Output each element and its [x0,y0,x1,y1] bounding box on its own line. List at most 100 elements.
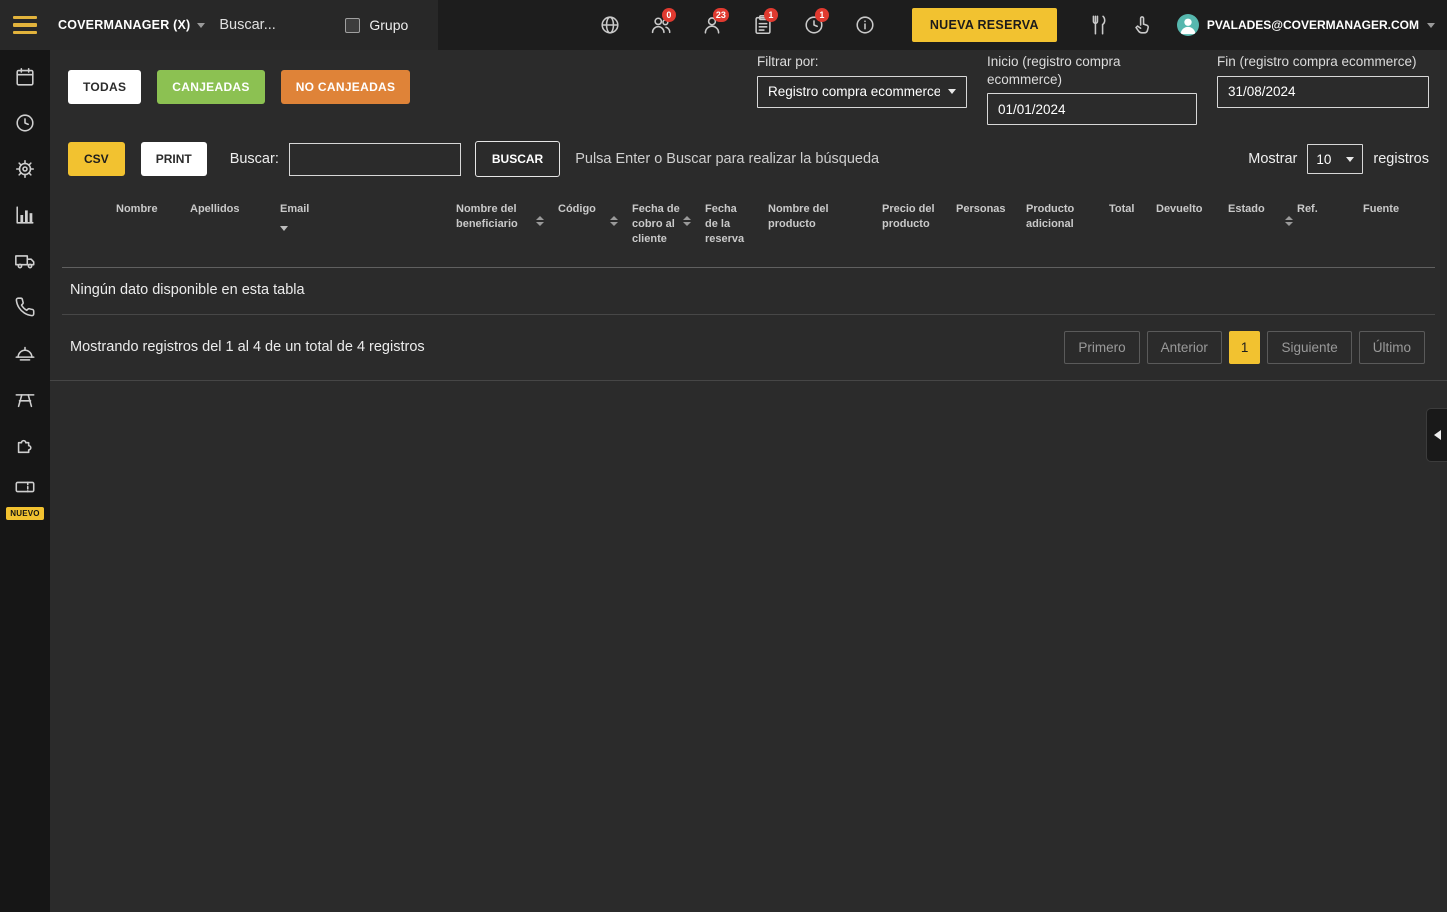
column-header-producto-adicional[interactable]: Producto adicional [1018,190,1101,268]
sidebar: NUEVO [0,50,50,912]
ticket-icon [15,481,35,493]
sort-icon[interactable] [610,216,618,226]
sort-icon[interactable] [536,216,544,226]
brand-selector[interactable]: COVERMANAGER (X) [58,18,206,32]
phone-icon [15,297,35,317]
start-date-label: Inicio (registro compra ecommerce) [987,54,1121,87]
start-date-input[interactable] [987,93,1197,125]
topbar: COVERMANAGER (X) Grupo 0 23 1 1 [0,0,1447,50]
sort-icon[interactable] [683,216,691,226]
column-header-precio-producto[interactable]: Precio del producto [874,190,948,268]
column-header-beneficiario[interactable]: Nombre del beneficiario [448,190,550,268]
topbar-left-section: COVERMANAGER (X) Grupo [50,0,438,50]
sidebar-item-service-bell[interactable] [0,330,50,376]
clock-icon[interactable]: 1 [803,8,829,36]
column-header-fecha-cobro[interactable]: Fecha de cobro al cliente [624,190,697,268]
table-footer: Mostrando registros del 1 al 4 de un tot… [50,315,1447,380]
table-search-input[interactable] [288,142,461,176]
show-label: Mostrar [1248,151,1298,167]
group-checkbox-label[interactable]: Grupo [345,17,408,33]
truck-icon [15,255,35,269]
brand-name: COVERMANAGER (X) [58,18,191,32]
filter-by-select[interactable]: Registro compra ecommerce [757,75,967,108]
user-icon[interactable]: 23 [701,8,729,36]
page-size-value: 10 [1316,151,1332,167]
page-size-select[interactable]: 10 [1307,144,1364,174]
sidebar-item-phone[interactable] [0,284,50,330]
section-divider [50,379,1447,381]
notification-badge: 1 [763,8,778,22]
sidebar-item-clock[interactable] [0,100,50,146]
sidebar-item-tickets[interactable] [0,468,50,506]
csv-export-button[interactable]: CSV [68,142,125,176]
sort-icon[interactable] [1285,216,1293,226]
menu-toggle-button[interactable] [0,0,50,50]
sidebar-item-delivery[interactable] [0,238,50,284]
column-header-nombre-producto[interactable]: Nombre del producto [760,190,874,268]
pagination-next-button[interactable]: Siguiente [1267,330,1352,364]
avatar [1176,14,1199,36]
chevron-down-icon [197,22,206,28]
filter-by-field: Filtrar por: Registro compra ecommerce [757,53,967,108]
print-button[interactable]: PRINT [140,142,207,176]
sort-desc-icon[interactable] [280,225,288,231]
table-toolbar: CSV PRINT Buscar: BUSCAR Pulsa Enter o B… [50,141,1447,177]
empty-state-row: Ningún dato disponible en esta tabla [62,267,1435,315]
filter-fields: Filtrar por: Registro compra ecommerce I… [757,53,1429,125]
info-icon[interactable] [854,14,876,36]
column-header-apellidos[interactable]: Apellidos [182,190,272,268]
hand-pointer-icon[interactable] [1131,14,1153,36]
start-date-field: Inicio (registro compra ecommerce) [987,53,1197,125]
account-menu[interactable]: PVALADES@COVERMANAGER.COM [1176,14,1435,36]
sidebar-item-calendar[interactable] [0,54,50,100]
records-summary: Mostrando registros del 1 al 4 de un tot… [70,339,425,356]
bell-icon [15,346,35,361]
clipboard-icon[interactable]: 1 [752,8,778,36]
column-header-personas[interactable]: Personas [948,190,1018,268]
topbar-icon-group: 0 23 1 1 [599,8,876,36]
tab-todas[interactable]: TODAS [68,70,142,104]
global-search-input[interactable] [219,17,338,33]
column-header-nombre[interactable]: Nombre [62,190,182,268]
sidebar-item-reports[interactable] [0,192,50,238]
group-checkbox[interactable] [345,17,361,33]
bar-chart-icon [16,206,34,224]
filters-row: TODAS CANJEADAS NO CANJEADAS Filtrar por… [50,50,1447,125]
chevron-down-icon [1346,156,1355,162]
column-header-total[interactable]: Total [1101,190,1148,268]
column-header-fuente[interactable]: Fuente [1355,190,1435,268]
search-button[interactable]: BUSCAR [474,141,561,177]
column-header-devuelto[interactable]: Devuelto [1148,190,1220,268]
column-header-ref[interactable]: Ref. [1283,190,1355,268]
side-panel-toggle[interactable] [1426,408,1447,462]
pagination-first-button[interactable]: Primero [1064,330,1140,364]
table-header-row: Nombre Apellidos Email Nombre del benefi… [62,190,1435,268]
sidebar-item-settings[interactable] [0,146,50,192]
clock-icon [16,114,34,132]
records-label: registros [1373,151,1429,167]
pagination-page-1-button[interactable]: 1 [1228,330,1261,364]
tab-canjeadas[interactable]: CANJEADAS [157,70,265,104]
chevron-left-icon [1429,430,1441,440]
end-date-label: Fin (registro compra ecommerce) [1217,54,1417,69]
chevron-down-icon [1427,22,1435,28]
column-header-fecha-reserva[interactable]: Fecha de la reserva [697,190,760,268]
empty-state-message: Ningún dato disponible en esta tabla [62,267,1435,315]
tab-no-canjeadas[interactable]: NO CANJEADAS [280,70,411,104]
column-header-estado[interactable]: Estado [1220,190,1283,268]
pagination-previous-button[interactable]: Anterior [1146,330,1222,364]
group-label: Grupo [369,17,409,33]
account-email: PVALADES@COVERMANAGER.COM [1206,18,1419,32]
sidebar-item-integrations[interactable] [0,422,50,468]
filter-by-label: Filtrar por: [757,54,819,69]
main-content: TODAS CANJEADAS NO CANJEADAS Filtrar por… [50,50,1447,912]
cutlery-icon[interactable] [1087,14,1109,36]
pagination-last-button[interactable]: Último [1358,330,1425,364]
column-header-codigo[interactable]: Código [550,190,624,268]
sidebar-item-tables[interactable] [0,376,50,422]
globe-icon[interactable] [599,14,621,36]
column-header-email[interactable]: Email [272,190,448,268]
new-reservation-button[interactable]: NUEVA RESERVA [911,8,1057,42]
users-icon[interactable]: 0 [650,8,676,36]
end-date-input[interactable] [1217,75,1429,108]
